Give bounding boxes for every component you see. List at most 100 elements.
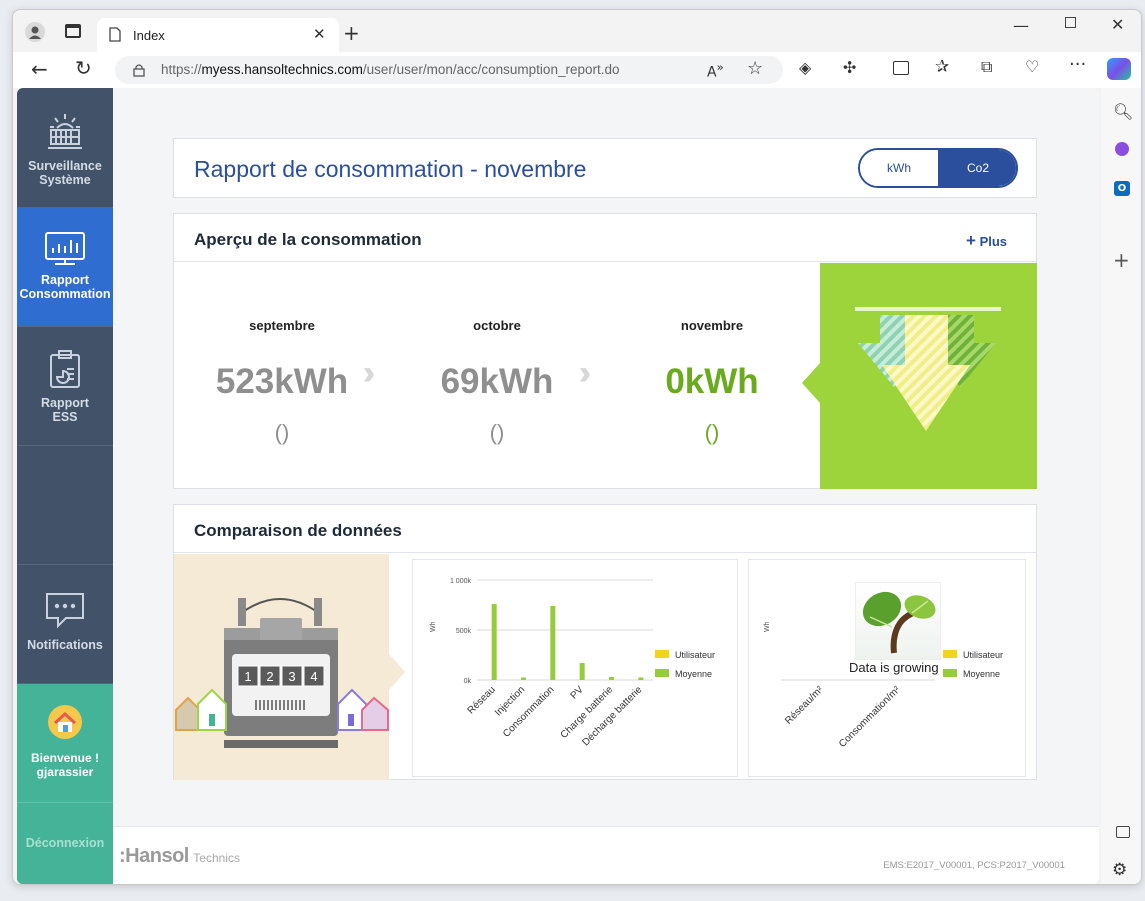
down-arrows-icon <box>855 307 1001 431</box>
sidebar-item-notifications[interactable]: Notifications <box>17 565 113 684</box>
x-tick-label: Charge batterie <box>559 684 616 741</box>
trend-panel <box>802 263 1037 489</box>
close-tab-icon[interactable]: ✕ <box>313 25 326 43</box>
plus-link[interactable]: + Plus <box>966 231 1007 251</box>
back-icon[interactable]: ← <box>31 57 48 81</box>
sidebar-label: Consommation <box>19 287 111 301</box>
lock-icon <box>133 64 145 77</box>
app-sidebar: Surveillance Système Rapport Consommatio… <box>17 88 123 884</box>
sidebar-label: Rapport <box>41 396 89 410</box>
bar-moyenne <box>521 677 526 680</box>
month-value: 523kWh <box>215 362 349 401</box>
tab-bar: Index ✕ + — ✕ <box>13 10 1141 52</box>
bar-moyenne <box>609 677 614 680</box>
sidebar-toggle-icon[interactable] <box>1116 826 1130 838</box>
minimize-icon[interactable]: — <box>1013 16 1029 35</box>
comparison-card: Comparaison de données 1 2 3 4 1 000k 50… <box>173 504 1037 780</box>
collections-icon[interactable]: ⧉ <box>981 57 992 77</box>
energy-chart-svg: 1 000k500k0kWhRéseauInjectionConsommatio… <box>430 578 715 748</box>
legend-swatch <box>655 669 669 677</box>
extension-diamond-icon[interactable]: ◈ <box>799 58 811 77</box>
settings-gear-icon[interactable]: ⚙ <box>1112 860 1127 880</box>
toggle-co2[interactable]: Co2 <box>938 150 1016 186</box>
add-sidebar-icon[interactable]: + <box>1113 248 1130 272</box>
x-tick-label: Consommation <box>501 684 556 739</box>
browser-tab[interactable]: Index ✕ <box>97 18 339 52</box>
toggle-kwh[interactable]: kWh <box>860 150 938 186</box>
comparison-title: Comparaison de données <box>194 521 402 540</box>
x-tick-label: Réseau/m² <box>783 684 826 727</box>
tab-actions-icon[interactable] <box>65 24 81 38</box>
close-window-icon[interactable]: ✕ <box>1111 15 1124 34</box>
sidebar-item-rapport-consommation[interactable]: Rapport Consommation <box>17 208 123 327</box>
outlook-icon[interactable]: O <box>1114 181 1130 196</box>
y-axis-label: Wh <box>764 621 771 632</box>
month-sub: () <box>489 420 505 445</box>
sidebar-label: Système <box>39 173 91 187</box>
home-avatar-icon <box>48 705 82 739</box>
energy-bar-chart: 1 000k 500k 0k Wh Réseau Injection Consommatio… <box>412 559 738 777</box>
sidebar-item-rapport-ess[interactable]: Rapport ESS <box>17 327 113 446</box>
welcome-text: Bienvenue ! <box>30 751 99 765</box>
month-label: octobre <box>473 318 521 333</box>
x-tick-label: PV <box>569 684 586 701</box>
month-sub: () <box>274 420 290 445</box>
sidebar-label: Surveillance <box>28 159 102 173</box>
desktop: Index ✕ + — ✕ ← ↻ https://myess.hansolte… <box>0 0 1145 901</box>
sidebar-label: Rapport <box>41 273 89 287</box>
bar-moyenne <box>579 663 585 680</box>
logout-label: Déconnexion <box>25 836 105 850</box>
overview-header: Aperçu de la consommation + Plus <box>174 214 1036 262</box>
meter-digit: 1 <box>244 669 252 684</box>
meter-digit: 2 <box>266 669 274 684</box>
meter-digit: 4 <box>310 669 318 684</box>
sidebar-item-welcome: Bienvenue ! gjarassier <box>17 684 113 803</box>
address-bar: ← ↻ https://myess.hansoltechnics.com/use… <box>13 52 1141 88</box>
profile-icon[interactable] <box>25 22 45 42</box>
legend-swatch <box>943 650 957 658</box>
legend-label: Moyenne <box>675 669 712 679</box>
sidebar-label: ESS <box>52 410 78 424</box>
sidebar-label: Notifications <box>27 638 103 652</box>
url-field[interactable]: https://myess.hansoltechnics.com/user/us… <box>115 56 783 84</box>
page-icon <box>109 27 121 42</box>
split-screen-icon[interactable] <box>893 61 909 75</box>
more-menu-icon[interactable]: ··· <box>1069 54 1086 75</box>
new-tab-icon[interactable]: + <box>343 21 360 45</box>
x-tick-label: Consommation/m² <box>837 684 903 750</box>
logout-button[interactable]: Déconnexion <box>17 803 113 884</box>
main-area: Rapport de consommation - novembre kWh C… <box>113 88 1099 826</box>
clipboard-chart-icon <box>50 350 80 388</box>
page-content: Surveillance Système Rapport Consommatio… <box>17 88 1099 884</box>
overview-card: Aperçu de la consommation + Plus septemb… <box>173 213 1037 489</box>
copilot-icon[interactable] <box>1107 58 1131 80</box>
area-ratio-chart: Wh Réseau/m² Consommation/m² Utilisateur Moy… <box>748 559 1026 777</box>
page-title: Rapport de consommation - novembre <box>194 156 587 182</box>
hansol-logo: :Hansol Technics <box>119 845 240 868</box>
browser-window: Index ✕ + — ✕ ← ↻ https://myess.hansolte… <box>12 9 1142 885</box>
legend-label: Moyenne <box>963 669 1000 679</box>
browser-essentials-icon[interactable]: ♡ <box>1025 57 1039 76</box>
sidebar-item-surveillance[interactable]: Surveillance Système <box>17 88 113 208</box>
copilot-sidebar-icon[interactable] <box>1115 142 1129 156</box>
logo-brand: :Hansol <box>119 845 189 867</box>
month-value: 69kWh <box>440 362 554 401</box>
bar-moyenne <box>491 604 497 680</box>
tab-title: Index <box>133 28 165 43</box>
legend-swatch <box>943 669 957 677</box>
refresh-icon[interactable]: ↻ <box>75 56 92 80</box>
bar-moyenne <box>638 677 644 680</box>
favorites-icon[interactable]: ✰ <box>935 57 949 77</box>
version-info: EMS:E2017_V00001, PCS:P2017_V00001 <box>883 860 1065 871</box>
favorite-star-icon[interactable]: ☆ <box>747 58 763 79</box>
solar-panel-icon <box>48 114 82 149</box>
read-aloud-icon[interactable]: A» <box>707 60 724 81</box>
report-chart-icon <box>45 232 85 265</box>
month-label: septembre <box>249 318 315 333</box>
search-icon[interactable]: 🔍︎ <box>1113 102 1133 121</box>
page-footer: :Hansol Technics EMS:E2017_V00001, PCS:P… <box>113 826 1099 884</box>
maximize-icon[interactable] <box>1065 17 1076 28</box>
meter-illustration: 1 2 3 4 <box>174 554 405 780</box>
growing-plant-image <box>855 582 941 660</box>
extensions-puzzle-icon[interactable]: ✣ <box>843 58 856 77</box>
